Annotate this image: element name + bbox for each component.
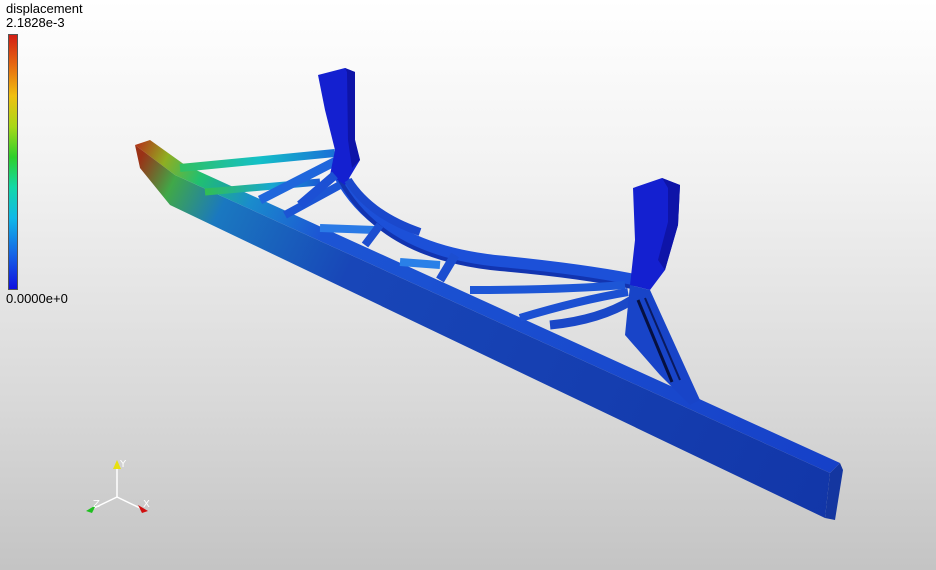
y-axis-label: Y — [119, 459, 127, 470]
x-axis-label: X — [143, 499, 150, 510]
axis-triad: Y X Z — [86, 459, 150, 513]
3d-viewport[interactable]: displacement 2.1828e-3 0.0000e+0 Y X Z — [0, 0, 936, 570]
z-axis-label: Z — [93, 499, 100, 510]
strut-upper — [179, 149, 336, 172]
